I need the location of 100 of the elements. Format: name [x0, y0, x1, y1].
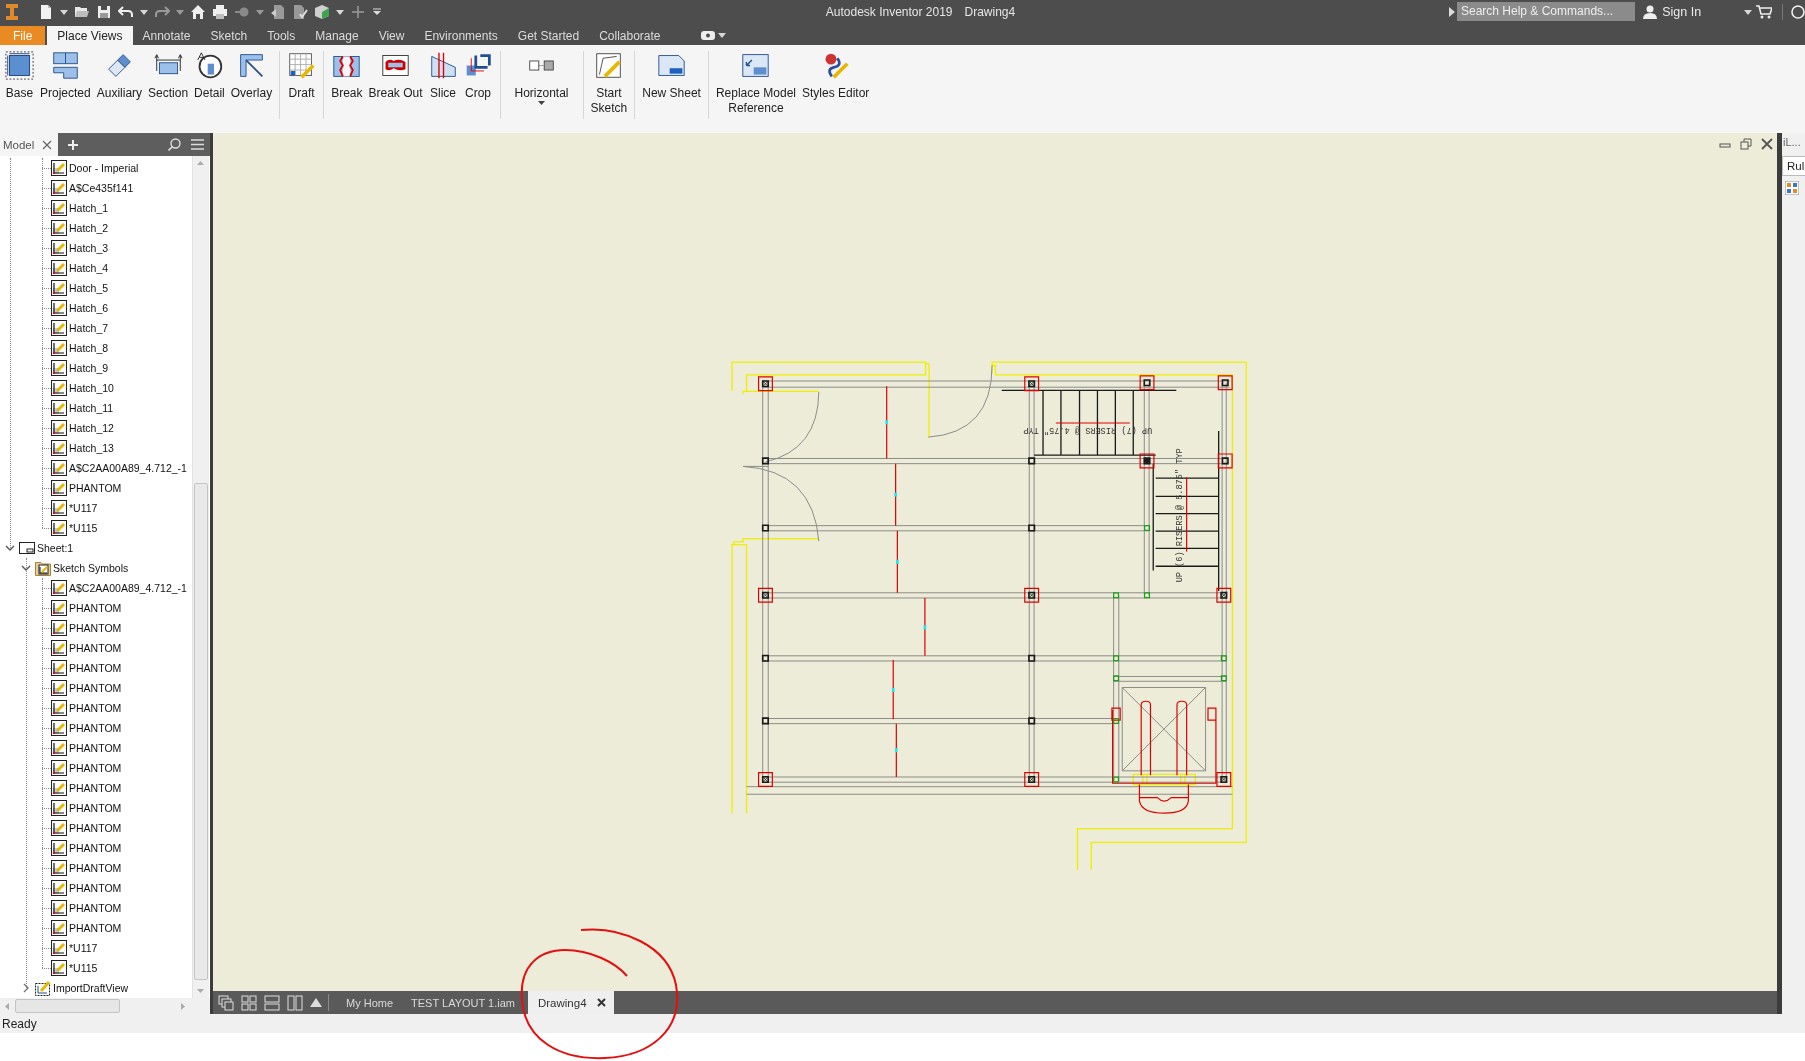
- ribbon-tab[interactable]: Collaborate: [589, 26, 671, 45]
- ribbon-tab[interactable]: Sketch: [200, 26, 258, 45]
- tree-item[interactable]: Hatch_9: [51, 359, 109, 377]
- caret-icon[interactable]: [140, 9, 148, 15]
- chevron-icon[interactable]: [4, 543, 15, 553]
- tree-item[interactable]: Hatch_7: [51, 319, 109, 337]
- save-icon[interactable]: [96, 4, 112, 20]
- tree-item[interactable]: PHANTOM: [51, 779, 122, 797]
- circle-icon[interactable]: [1791, 5, 1805, 19]
- tree-item[interactable]: PHANTOM: [51, 619, 122, 637]
- panel-tab[interactable]: Rul: [1782, 156, 1805, 176]
- vertical-scrollbar[interactable]: [192, 156, 209, 998]
- browser-tab[interactable]: Model: [0, 133, 59, 156]
- tree-item[interactable]: Hatch_2: [51, 219, 109, 237]
- ribbon-button[interactable]: Crop: [460, 50, 496, 101]
- sign-in-button[interactable]: Sign In: [1639, 2, 1756, 22]
- tree-item[interactable]: A$C2AA00A89_4.712_-1: [51, 579, 187, 597]
- customize-caret-icon[interactable]: [372, 8, 382, 16]
- ribbon-button[interactable]: Base: [2, 50, 37, 101]
- tree-item[interactable]: Hatch_1: [51, 199, 109, 217]
- ribbon-button[interactable]: Auxiliary: [93, 50, 146, 101]
- ribbon-button[interactable]: Section: [145, 50, 192, 101]
- side-by-side-windows-icon[interactable]: [287, 994, 303, 1011]
- chevron-icon[interactable]: [20, 563, 31, 573]
- ribbon-button[interactable]: Horizontal: [504, 50, 579, 105]
- new-file-icon[interactable]: [38, 4, 54, 20]
- folder-icon[interactable]: [74, 4, 90, 20]
- document-check-icon[interactable]: [292, 4, 308, 20]
- ribbon-button[interactable]: Overlay: [227, 50, 276, 101]
- restore-icon[interactable]: [1740, 138, 1752, 150]
- close-icon[interactable]: [596, 998, 606, 1007]
- ribbon-tab[interactable]: View: [368, 26, 415, 45]
- scrollbar-thumb[interactable]: [15, 999, 120, 1013]
- ribbon-button[interactable]: Styles Editor: [799, 50, 873, 101]
- tree-item[interactable]: PHANTOM: [51, 839, 122, 857]
- ribbon-button[interactable]: Start Sketch: [587, 50, 631, 116]
- caret-icon[interactable]: [717, 33, 726, 38]
- tree-item[interactable]: *U117: [51, 939, 98, 957]
- search-icon[interactable]: [168, 138, 181, 151]
- tree-item[interactable]: PHANTOM: [51, 859, 122, 877]
- document-tab[interactable]: TEST LAYOUT 1.iam: [402, 991, 524, 1014]
- caret-icon[interactable]: [336, 9, 344, 15]
- search-field[interactable]: Search Help & Commands...: [1457, 1, 1636, 21]
- cart-icon[interactable]: [1756, 5, 1772, 19]
- ribbon-tab[interactable]: Annotate: [132, 26, 201, 45]
- tree-item[interactable]: Sketch Symbols: [35, 559, 129, 577]
- tree-item[interactable]: PHANTOM: [51, 739, 122, 757]
- home-icon[interactable]: [190, 4, 206, 20]
- tree-item[interactable]: PHANTOM: [51, 759, 122, 777]
- tree-item[interactable]: PHANTOM: [51, 919, 122, 937]
- ribbon-button[interactable]: Break: [328, 50, 366, 101]
- ribbon-tab[interactable]: Tools: [257, 26, 306, 45]
- ribbon-tab[interactable]: Place Views: [47, 26, 133, 45]
- horizontal-scrollbar[interactable]: [0, 998, 210, 1014]
- tree-item[interactable]: *U117: [51, 499, 98, 517]
- triangle-right-icon[interactable]: [1449, 7, 1455, 17]
- undo-icon[interactable]: [118, 4, 134, 20]
- tree-item[interactable]: Hatch_12: [51, 419, 114, 437]
- document-tab[interactable]: Drawing4: [528, 991, 614, 1014]
- tree-item[interactable]: PHANTOM: [51, 899, 122, 917]
- caret-icon[interactable]: [256, 9, 264, 15]
- tree-item[interactable]: Hatch_8: [51, 339, 109, 357]
- ribbon-button[interactable]: Replace Model Reference: [712, 50, 799, 116]
- ribbon-tab[interactable]: Manage: [305, 26, 369, 45]
- triangle-up-icon[interactable]: [310, 998, 322, 1007]
- tree-item[interactable]: PHANTOM: [51, 799, 122, 817]
- tree-item[interactable]: PHANTOM: [51, 599, 122, 617]
- ribbon-tab[interactable]: Get Started: [507, 26, 590, 45]
- stacked-windows-icon[interactable]: [264, 994, 280, 1011]
- tree-item[interactable]: Door - Imperial: [51, 159, 139, 177]
- document-arrow-icon[interactable]: [270, 4, 286, 20]
- menu-icon[interactable]: [191, 139, 204, 150]
- tree-item[interactable]: PHANTOM: [51, 819, 122, 837]
- tiles-icon[interactable]: [1785, 181, 1799, 195]
- tree-item[interactable]: PHANTOM: [51, 639, 122, 657]
- camera-icon[interactable]: [700, 31, 715, 40]
- ribbon-button[interactable]: Slice: [425, 50, 461, 101]
- scrollbar-thumb[interactable]: [194, 483, 208, 980]
- ribbon-button[interactable]: Detail: [191, 50, 228, 101]
- cube-icon[interactable]: [314, 4, 330, 20]
- tree-item[interactable]: Hatch_11: [51, 399, 114, 417]
- close-icon[interactable]: [42, 139, 53, 150]
- cascade-windows-icon[interactable]: [218, 994, 234, 1011]
- ribbon-button[interactable]: Break Out: [365, 50, 426, 101]
- print-icon[interactable]: [212, 4, 228, 20]
- ribbon-tab[interactable]: Environments: [414, 26, 508, 45]
- tree-item[interactable]: Hatch_10: [51, 379, 114, 397]
- tree-item[interactable]: A$C2AA00A89_4.712_-1: [51, 459, 187, 477]
- caret-icon[interactable]: [176, 9, 184, 15]
- close-icon[interactable]: [1761, 138, 1773, 150]
- ribbon-button[interactable]: New Sheet: [639, 50, 704, 101]
- tree-item[interactable]: PHANTOM: [51, 719, 122, 737]
- tree-item[interactable]: Hatch_5: [51, 279, 109, 297]
- logo-icon[interactable]: [6, 4, 18, 20]
- tree-item[interactable]: Hatch_13: [51, 439, 114, 457]
- redo-icon[interactable]: [154, 4, 170, 20]
- tree-item[interactable]: PHANTOM: [51, 659, 122, 677]
- tree-item[interactable]: Sheet:1: [19, 539, 74, 557]
- caret-icon[interactable]: [60, 9, 68, 15]
- tree-item[interactable]: ImportDraftView: [35, 979, 129, 997]
